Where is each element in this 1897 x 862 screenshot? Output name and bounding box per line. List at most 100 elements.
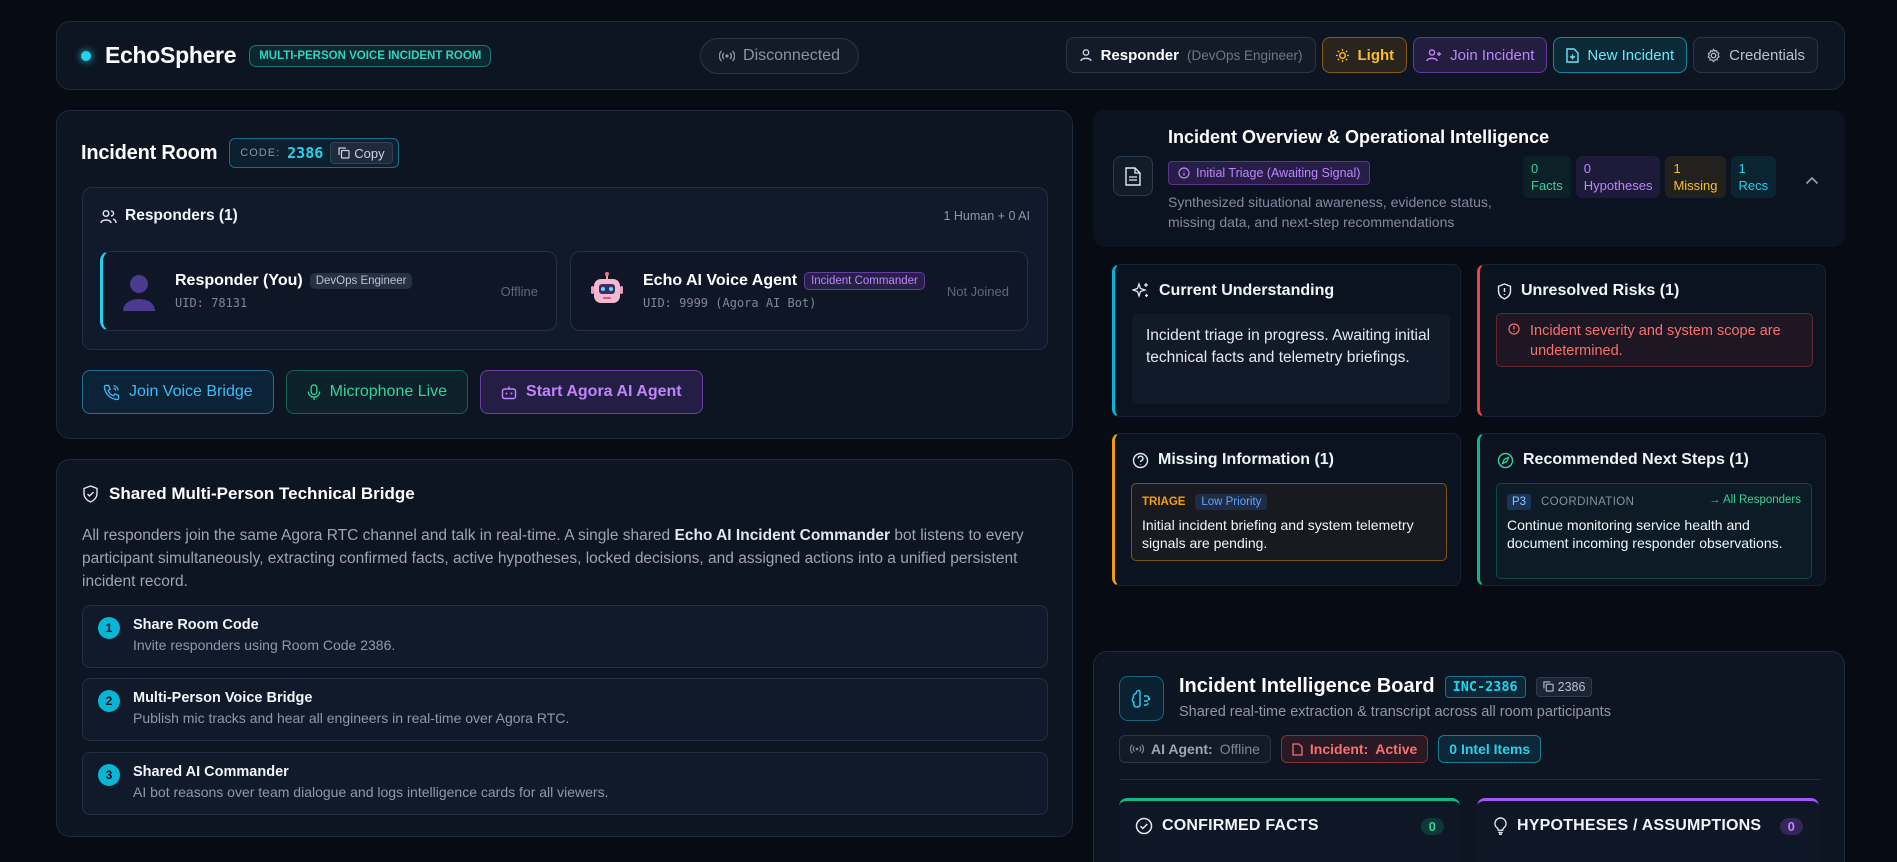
- responder-card-ai: Echo AI Voice Agent Incident Commander U…: [570, 251, 1028, 331]
- responder-card-you: Responder (You) DevOps Engineer UID: 781…: [100, 251, 557, 331]
- responders-summary: 1 Human + 0 AI: [943, 209, 1030, 223]
- connection-label: Disconnected: [743, 47, 840, 64]
- board-subtitle: Shared real-time extraction & transcript…: [1179, 704, 1611, 720]
- document-icon: [1113, 156, 1153, 196]
- microphone-button[interactable]: Microphone Live: [285, 370, 469, 414]
- responder-name: Echo AI Voice Agent: [643, 272, 798, 289]
- theme-toggle-button[interactable]: Light: [1321, 37, 1408, 73]
- step-item: 1 Share Room Code Invite responders usin…: [82, 605, 1048, 668]
- missing-text: Initial incident briefing and system tel…: [1142, 517, 1414, 551]
- room-code-value: 2386: [287, 144, 324, 162]
- risks-title: Unresolved Risks (1): [1521, 282, 1680, 299]
- brain-icon: [1119, 676, 1164, 721]
- next-step-item: P3 COORDINATION → All Responders Continu…: [1496, 483, 1812, 579]
- credentials-button[interactable]: Credentials: [1693, 37, 1818, 73]
- risk-text: Incident severity and system scope are u…: [1530, 323, 1781, 359]
- next-target: → All Responders: [1708, 494, 1801, 506]
- overview-title: Incident Overview & Operational Intellig…: [1168, 127, 1550, 147]
- unresolved-risks-card: Unresolved Risks (1) Incident severity a…: [1477, 264, 1826, 417]
- join-incident-button[interactable]: Join Incident: [1413, 37, 1548, 73]
- user-role: (DevOps Engineer): [1186, 47, 1303, 63]
- room-code: 2386: [1557, 679, 1586, 694]
- user-profile-button[interactable]: Responder (DevOps Engineer): [1065, 37, 1316, 73]
- next-category: COORDINATION: [1540, 496, 1635, 508]
- incident-value: Active: [1375, 741, 1418, 757]
- stat-facts: 0 Facts: [1523, 156, 1571, 198]
- next-text: Continue monitoring service health and d…: [1507, 517, 1783, 551]
- next-title: Recommended Next Steps (1): [1523, 451, 1749, 468]
- current-understanding-card: Current Understanding Incident triage in…: [1112, 264, 1461, 417]
- recommended-steps-card: Recommended Next Steps (1) P3 COORDINATI…: [1477, 433, 1826, 586]
- phone-icon: [103, 384, 120, 401]
- responder-role: DevOps Engineer: [309, 273, 413, 289]
- incident-id-badge: INC-2386: [1444, 675, 1526, 698]
- facts-title: CONFIRMED FACTS: [1162, 817, 1319, 834]
- check-circle-icon: [1135, 817, 1153, 835]
- hypotheses-count: 0: [1779, 817, 1803, 835]
- risk-item: Incident severity and system scope are u…: [1496, 313, 1813, 367]
- join-voice-bridge-button[interactable]: Join Voice Bridge: [82, 370, 274, 414]
- user-plus-icon: [1426, 48, 1442, 62]
- missing-title: Missing Information (1): [1158, 451, 1334, 468]
- step-description: AI bot reasons over team dialogue and lo…: [133, 784, 609, 800]
- sun-icon: [1335, 48, 1350, 63]
- responders-section: Responders (1) 1 Human + 0 AI Responder …: [82, 187, 1048, 350]
- step-title: Shared AI Commander: [133, 764, 289, 780]
- broadcast-icon: [1130, 743, 1144, 755]
- room-code-box: CODE: 2386 Copy: [229, 138, 399, 168]
- technical-bridge-panel: Shared Multi-Person Technical Bridge All…: [56, 459, 1073, 837]
- credentials-label: Credentials: [1729, 46, 1805, 64]
- step-number: 3: [98, 764, 120, 786]
- avatar: [121, 271, 157, 311]
- step-number: 1: [98, 617, 120, 639]
- intelligence-board-panel: Incident Intelligence Board INC-2386 238…: [1093, 651, 1845, 862]
- responder-uid: UID: 78131: [175, 296, 248, 310]
- triage-status-badge: Initial Triage (Awaiting Signal): [1168, 161, 1371, 185]
- board-title: Incident Intelligence Board: [1179, 675, 1435, 697]
- lightbulb-icon: [1493, 817, 1508, 835]
- step-item: 3 Shared AI Commander AI bot reasons ove…: [82, 752, 1048, 815]
- step-title: Share Room Code: [133, 617, 259, 633]
- stat-missing: 1 Missing: [1665, 156, 1726, 198]
- overview-stats: 0 Facts 0 Hypotheses 1 Missing 1 Recs: [1523, 156, 1777, 198]
- step-title: Multi-Person Voice Bridge: [133, 690, 313, 706]
- robot-icon: [589, 271, 625, 311]
- join-voice-label: Join Voice Bridge: [129, 383, 253, 400]
- copy-room-code-button[interactable]: 2386: [1535, 676, 1593, 697]
- step-item: 2 Multi-Person Voice Bridge Publish mic …: [82, 678, 1048, 741]
- theme-label: Light: [1357, 46, 1395, 64]
- microphone-label: Microphone Live: [329, 383, 448, 400]
- microphone-icon: [307, 383, 321, 401]
- hypotheses-column: HYPOTHESES / ASSUMPTIONS 0: [1477, 798, 1819, 862]
- file-icon: [1292, 742, 1303, 756]
- app-title: EchoSphere: [105, 42, 237, 68]
- chevron-up-icon[interactable]: [1805, 176, 1819, 185]
- incident-label: Incident:: [1309, 741, 1369, 757]
- responders-title: Responders (1): [125, 207, 238, 224]
- priority-badge: P3: [1507, 494, 1532, 510]
- bridge-description: All responders join the same Agora RTC c…: [82, 527, 1024, 590]
- ai-agent-value: Offline: [1219, 741, 1260, 757]
- overview-panel: Incident Overview & Operational Intellig…: [1093, 110, 1845, 247]
- responder-status: Not Joined: [946, 283, 1009, 299]
- copy-label: Copy: [354, 145, 385, 161]
- new-incident-button[interactable]: New Incident: [1553, 37, 1688, 73]
- understanding-text: Incident triage in progress. Awaiting in…: [1132, 314, 1450, 404]
- copy-code-button[interactable]: Copy: [330, 142, 393, 164]
- start-ai-agent-button[interactable]: Start Agora AI Agent: [480, 370, 703, 414]
- responder-name: Responder (You): [175, 272, 303, 289]
- room-title: Incident Room: [81, 141, 218, 164]
- step-number: 2: [98, 690, 120, 712]
- confirmed-facts-column: CONFIRMED FACTS 0: [1119, 798, 1460, 862]
- bridge-title: Shared Multi-Person Technical Bridge: [109, 484, 415, 503]
- divider: [1119, 779, 1821, 780]
- users-icon: [100, 209, 117, 224]
- missing-information-card: Missing Information (1) TRIAGE Low Prior…: [1112, 433, 1461, 586]
- step-description: Publish mic tracks and hear all engineer…: [133, 710, 570, 726]
- incident-room-panel: Incident Room CODE: 2386 Copy Responders…: [56, 110, 1073, 439]
- facts-count: 0: [1420, 817, 1444, 835]
- bot-icon: [501, 385, 517, 400]
- new-incident-label: New Incident: [1587, 46, 1675, 64]
- ai-agent-label: AI Agent:: [1151, 741, 1213, 757]
- hypotheses-title: HYPOTHESES / ASSUMPTIONS: [1517, 817, 1762, 834]
